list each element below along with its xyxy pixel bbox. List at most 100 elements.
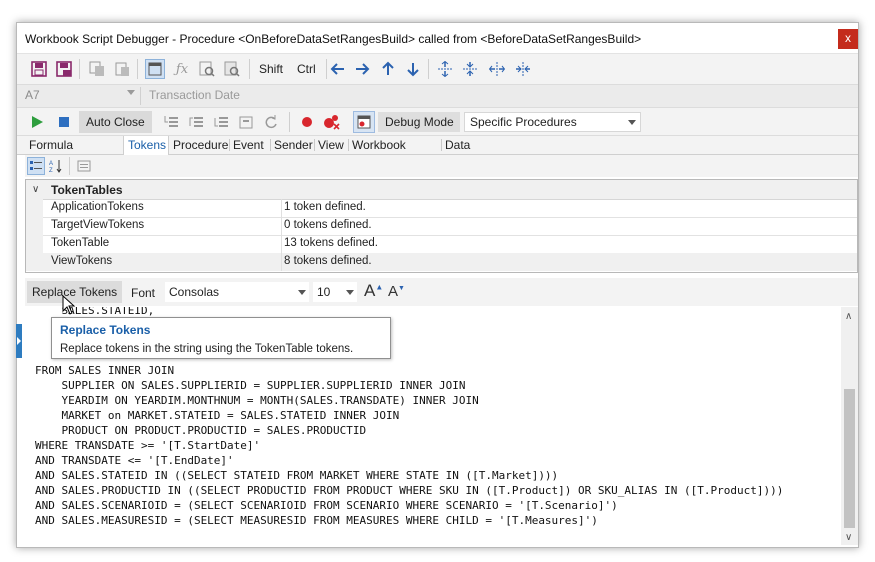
split-vertical-icon[interactable] [487,59,507,79]
font-size-value: 10 [317,285,331,299]
tab-event[interactable]: Event [229,136,271,154]
editor-toolbar: Replace Tokens Font Consolas 10 A▲ A▼ [25,278,858,306]
cell-ref-dropdown[interactable]: A7 [25,88,135,104]
vertical-scrollbar[interactable]: ∧ ∨ [841,307,858,545]
property-row[interactable]: ApplicationTokens 1 token defined. [26,199,857,218]
window-title: Workbook Script Debugger - Procedure <On… [25,32,642,46]
debug-mode-select[interactable]: Specific Procedures [464,112,641,132]
tab-data-sets[interactable]: Data Sets [441,136,501,170]
step-into-icon[interactable] [161,112,181,132]
property-row[interactable]: TargetViewTokens 0 tokens defined. [26,217,857,236]
sort-alpha-icon[interactable]: AZ [47,157,65,175]
font-select[interactable]: Consolas [165,282,309,302]
code-line: SUPPLIER ON SALES.SUPPLIERID = SUPPLIER.… [35,379,466,392]
chevron-down-icon [127,90,135,95]
save-icon[interactable] [29,59,49,79]
auto-close-button[interactable]: Auto Close [79,111,152,133]
tab-label: View [318,138,344,152]
chevron-down-icon [298,290,306,295]
run-to-cursor-icon[interactable] [236,112,256,132]
category-label: TokenTables [51,183,123,197]
property-name: TokenTable [51,237,110,249]
clear-breakpoints-icon[interactable] [322,112,342,132]
main-toolbar: ƒx Shift Ctrl [17,53,858,84]
paste-icon[interactable] [112,59,132,79]
tab-label: Sender [274,138,313,152]
code-line: WHERE TRANSDATE >= '[T.StartDate]' [35,439,261,452]
property-grid-toolbar: AZ [25,155,858,177]
merge-vertical-icon[interactable] [513,59,533,79]
code-line: PRODUCT ON PRODUCT.PRODUCTID = SALES.PRO… [35,424,367,437]
property-row[interactable]: TokenTable 13 tokens defined. [26,235,857,254]
property-row[interactable]: ViewTokens 8 tokens defined. [26,253,857,271]
chevron-down-icon [628,120,636,125]
category-tokentables[interactable]: ∨ TokenTables [26,180,857,200]
cell-ref-value: A7 [25,88,40,102]
scrollbar-thumb[interactable] [844,389,855,528]
tab-view[interactable]: View [314,136,349,154]
property-name: ApplicationTokens [51,201,144,213]
debug-toolbar: Auto Close Debug Mode Specific Procedure… [17,107,858,136]
scroll-up-icon[interactable]: ∧ [845,311,852,322]
chevron-down-icon [346,290,354,295]
debugger-window: Workbook Script Debugger - Procedure <On… [16,22,859,548]
formula-text: Transaction Date [149,88,240,102]
code-line: AND SALES.STATEID IN ((SELECT STATEID FR… [35,469,559,482]
tab-procedure[interactable]: Procedure [169,136,230,154]
cut-icon[interactable] [87,59,107,79]
merge-horizontal-icon[interactable] [460,59,480,79]
tab-formula-evaluator[interactable]: Formula Evaluator [25,136,124,170]
side-panel-toggle[interactable] [16,324,22,358]
tab-strip: Formula Evaluator Tokens Procedure Event… [17,135,858,170]
play-icon[interactable] [27,112,47,132]
replace-tokens-tooltip: Replace Tokens Replace tokens in the str… [51,317,391,359]
restart-icon[interactable] [261,112,281,132]
zoom-icon[interactable] [197,59,217,79]
step-over-icon[interactable] [186,112,206,132]
debug-mode-label: Debug Mode [378,112,460,132]
arrow-right-icon[interactable] [352,59,372,79]
mouse-cursor-icon [62,295,76,315]
code-line: YEARDIM ON YEARDIM.MONTHNUM = MONTH(SALE… [35,394,479,407]
tab-sender[interactable]: Sender [270,136,315,154]
arrow-left-icon[interactable] [328,59,348,79]
categorized-icon[interactable] [27,157,45,175]
fx-icon[interactable]: ƒx [172,59,192,79]
arrow-down-icon[interactable] [403,59,423,79]
shrink-font-icon[interactable]: A▼ [388,283,405,300]
shift-button[interactable]: Shift [259,62,283,76]
code-line: FROM SALES INNER JOIN [35,364,175,377]
code-line: AND SALES.PRODUCTID IN ((SELECT PRODUCTI… [35,484,784,497]
close-button[interactable]: x [838,29,858,49]
property-value: 8 tokens defined. [284,255,372,267]
ctrl-button[interactable]: Ctrl [297,62,316,76]
tooltip-title: Replace Tokens [60,323,151,337]
save-all-icon[interactable] [54,59,74,79]
tooltip-description: Replace tokens in the string using the T… [60,343,354,355]
tab-workbook-script[interactable]: Workbook Script [348,136,442,170]
breakpoint-icon[interactable] [297,112,317,132]
arrow-up-icon[interactable] [378,59,398,79]
code-line: AND SALES.MEASURESID = (SELECT MEASURESI… [35,514,598,527]
zoom-alt-icon[interactable] [222,59,242,79]
stop-icon[interactable] [54,112,74,132]
debug-mode-value: Specific Procedures [470,115,577,129]
chevron-down-icon[interactable]: ∨ [32,184,39,195]
step-out-icon[interactable] [211,112,231,132]
property-pages-icon[interactable] [75,157,93,175]
debug-window-icon[interactable] [353,111,375,133]
font-value: Consolas [169,285,220,299]
property-name: ViewTokens [51,255,113,267]
tab-label: Tokens [128,138,167,152]
property-value: 1 token defined. [284,201,366,213]
split-horizontal-icon[interactable] [435,59,455,79]
property-grid: ∨ TokenTables ApplicationTokens 1 token … [25,179,858,273]
scroll-down-icon[interactable]: ∨ [845,532,852,543]
formula-bar: A7 Transaction Date [17,84,858,107]
panel-icon[interactable] [145,59,165,79]
grow-font-icon[interactable]: A▲ [364,281,383,301]
tab-label: Event [233,138,264,152]
font-size-select[interactable]: 10 [313,282,357,302]
property-value: 13 tokens defined. [284,237,378,249]
tab-tokens[interactable]: Tokens [123,136,169,155]
